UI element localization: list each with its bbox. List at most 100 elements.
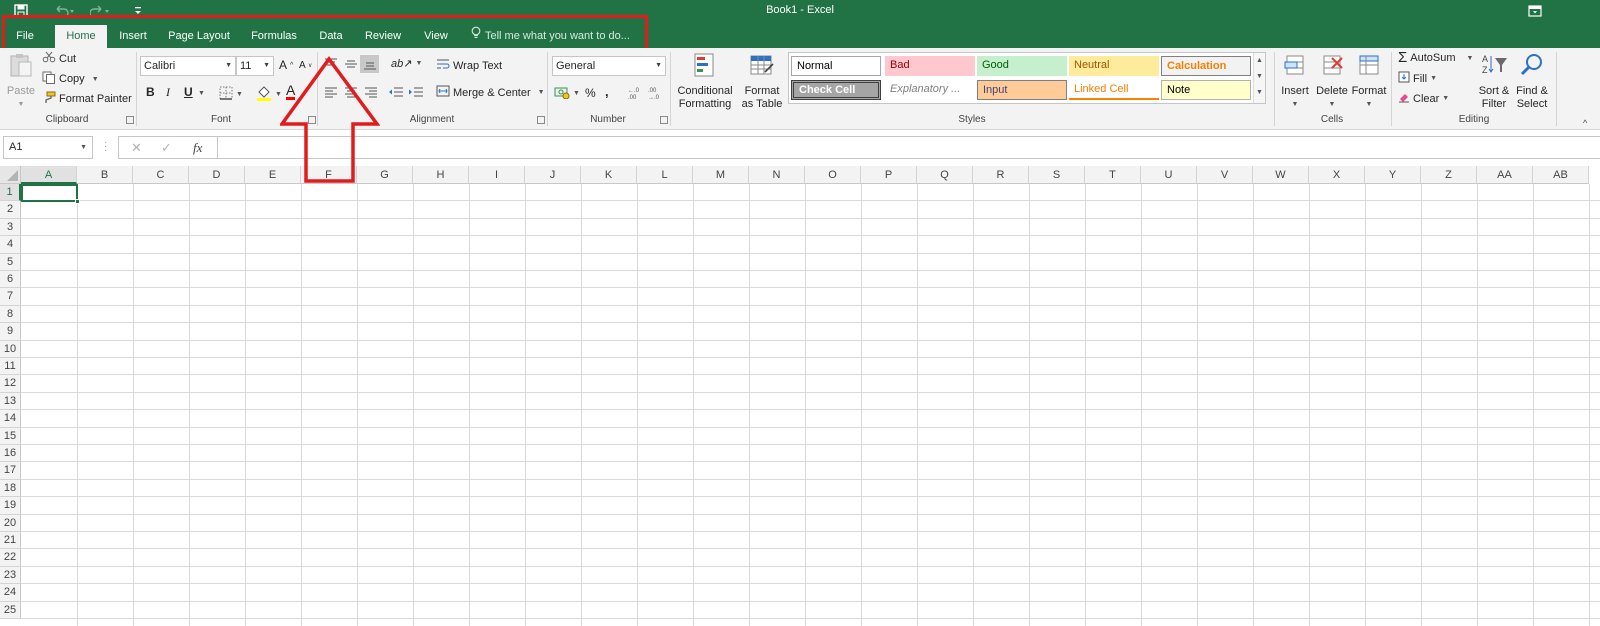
column-header[interactable]: AB [1533, 166, 1589, 184]
column-header[interactable]: M [693, 166, 749, 184]
column-header[interactable]: L [637, 166, 693, 184]
merge-center-button[interactable]: Merge & Center ▼ [436, 85, 545, 100]
collapse-ribbon-icon[interactable]: ^ [1583, 118, 1587, 128]
row-header[interactable]: 1 [0, 184, 21, 202]
number-dialog-launcher[interactable] [660, 116, 668, 124]
style-linked-cell[interactable]: Linked Cell [1069, 80, 1159, 100]
row-header[interactable]: 11 [0, 358, 21, 376]
fill-color-button[interactable]: ▼ [256, 85, 282, 104]
column-header[interactable]: B [77, 166, 133, 184]
copy-button[interactable]: Copy ▼ [42, 71, 99, 87]
column-header[interactable]: U [1141, 166, 1197, 184]
cancel-icon[interactable]: ✕ [131, 140, 142, 156]
decrease-decimal-icon[interactable]: .00 →.0 [648, 86, 662, 100]
alignment-dialog-launcher[interactable] [537, 116, 545, 124]
underline-dropdown[interactable]: ▼ [198, 90, 205, 97]
column-header[interactable]: Z [1421, 166, 1477, 184]
column-header[interactable]: O [805, 166, 861, 184]
ribbon-display-options-icon[interactable] [1528, 3, 1542, 19]
format-as-table-button[interactable]: Format as Table [738, 52, 786, 111]
column-header[interactable]: C [133, 166, 189, 184]
clipboard-dialog-launcher[interactable] [126, 116, 134, 124]
column-header[interactable]: H [413, 166, 469, 184]
select-all-corner[interactable] [0, 166, 21, 184]
row-header[interactable]: 4 [0, 236, 21, 254]
gallery-down-icon[interactable]: ▼ [1254, 69, 1265, 85]
sort-filter-button[interactable]: AZ Sort & Filter [1474, 52, 1514, 111]
row-header[interactable]: 16 [0, 445, 21, 463]
clear-button[interactable]: Clear ▼ [1398, 91, 1449, 106]
row-header[interactable]: 7 [0, 288, 21, 306]
column-header[interactable]: P [861, 166, 917, 184]
style-note[interactable]: Note [1161, 80, 1251, 100]
row-header[interactable]: 18 [0, 479, 21, 498]
italic-button[interactable]: I [166, 85, 170, 100]
style-neutral[interactable]: Neutral [1069, 56, 1159, 76]
row-header[interactable]: 15 [0, 427, 21, 445]
column-header[interactable]: X [1309, 166, 1365, 184]
bold-button[interactable]: B [146, 85, 155, 99]
style-good[interactable]: Good [977, 56, 1067, 76]
font-name-combo[interactable]: Calibri ▼ [140, 56, 236, 76]
chevron-down-icon[interactable]: ▼ [80, 137, 87, 158]
row-header[interactable]: 20 [0, 514, 21, 532]
fill-handle[interactable] [75, 199, 80, 204]
style-check-cell[interactable]: Check Cell [791, 80, 881, 100]
cut-button[interactable]: Cut [42, 51, 76, 66]
accounting-format-button[interactable]: ▼ [554, 85, 580, 102]
format-painter-button[interactable]: Format Painter [42, 91, 132, 107]
style-normal[interactable]: Normal [791, 56, 881, 76]
column-header[interactable]: J [525, 166, 581, 184]
fill-button[interactable]: Fill ▼ [1398, 71, 1437, 86]
row-header[interactable]: 9 [0, 323, 21, 341]
formula-input[interactable] [217, 136, 1600, 159]
row-header[interactable]: 17 [0, 462, 21, 480]
conditional-formatting-button[interactable]: Conditional Formatting [674, 52, 736, 111]
column-header[interactable]: N [749, 166, 805, 184]
orientation-button[interactable]: ab↗ ▼ [391, 57, 422, 70]
name-box[interactable]: A1 ▼ [3, 136, 93, 159]
row-header[interactable]: 24 [0, 584, 21, 602]
delete-cells-button[interactable]: Delete ▼ [1314, 52, 1350, 111]
cell-area[interactable] [21, 184, 1600, 626]
percent-style-button[interactable]: % [585, 86, 596, 100]
style-bad[interactable]: Bad [885, 56, 975, 76]
style-input[interactable]: Input [977, 80, 1067, 100]
row-header[interactable]: 8 [0, 305, 21, 324]
column-header[interactable]: I [469, 166, 525, 184]
column-header[interactable]: R [973, 166, 1029, 184]
row-header[interactable]: 3 [0, 218, 21, 237]
column-header[interactable]: AA [1477, 166, 1533, 184]
row-header[interactable]: 10 [0, 340, 21, 358]
number-format-combo[interactable]: General ▼ [552, 56, 666, 76]
decrease-indent-icon[interactable] [388, 86, 404, 98]
row-header[interactable]: 22 [0, 549, 21, 567]
gallery-up-icon[interactable]: ▲ [1254, 53, 1265, 69]
column-header[interactable]: K [581, 166, 637, 184]
wrap-text-button[interactable]: Wrap Text [436, 58, 502, 73]
row-header[interactable]: 14 [0, 410, 21, 428]
active-cell[interactable] [21, 184, 80, 204]
row-header[interactable]: 23 [0, 566, 21, 585]
style-calculation[interactable]: Calculation [1161, 56, 1251, 76]
row-header[interactable]: 25 [0, 601, 21, 619]
row-header[interactable]: 21 [0, 532, 21, 550]
column-header[interactable]: D [189, 166, 245, 184]
gallery-scroll[interactable]: ▲ ▼ ▼ [1253, 53, 1265, 103]
column-header[interactable]: A [21, 166, 77, 184]
borders-button[interactable]: ▼ [219, 86, 243, 103]
font-size-combo[interactable]: 11 ▼ [236, 56, 274, 76]
find-select-button[interactable]: Find & Select [1512, 52, 1552, 111]
column-header[interactable]: V [1197, 166, 1253, 184]
format-cells-button[interactable]: Format ▼ [1350, 52, 1388, 111]
column-header[interactable]: W [1253, 166, 1309, 184]
row-header[interactable]: 5 [0, 253, 21, 271]
underline-button[interactable]: U [184, 85, 193, 99]
column-header[interactable]: Y [1365, 166, 1421, 184]
column-header[interactable]: S [1029, 166, 1085, 184]
comma-style-button[interactable]: , [605, 84, 609, 99]
enter-icon[interactable]: ✓ [161, 140, 172, 156]
insert-cells-button[interactable]: Insert ▼ [1278, 52, 1312, 111]
row-header[interactable]: 13 [0, 392, 21, 411]
row-header[interactable]: 6 [0, 271, 21, 289]
